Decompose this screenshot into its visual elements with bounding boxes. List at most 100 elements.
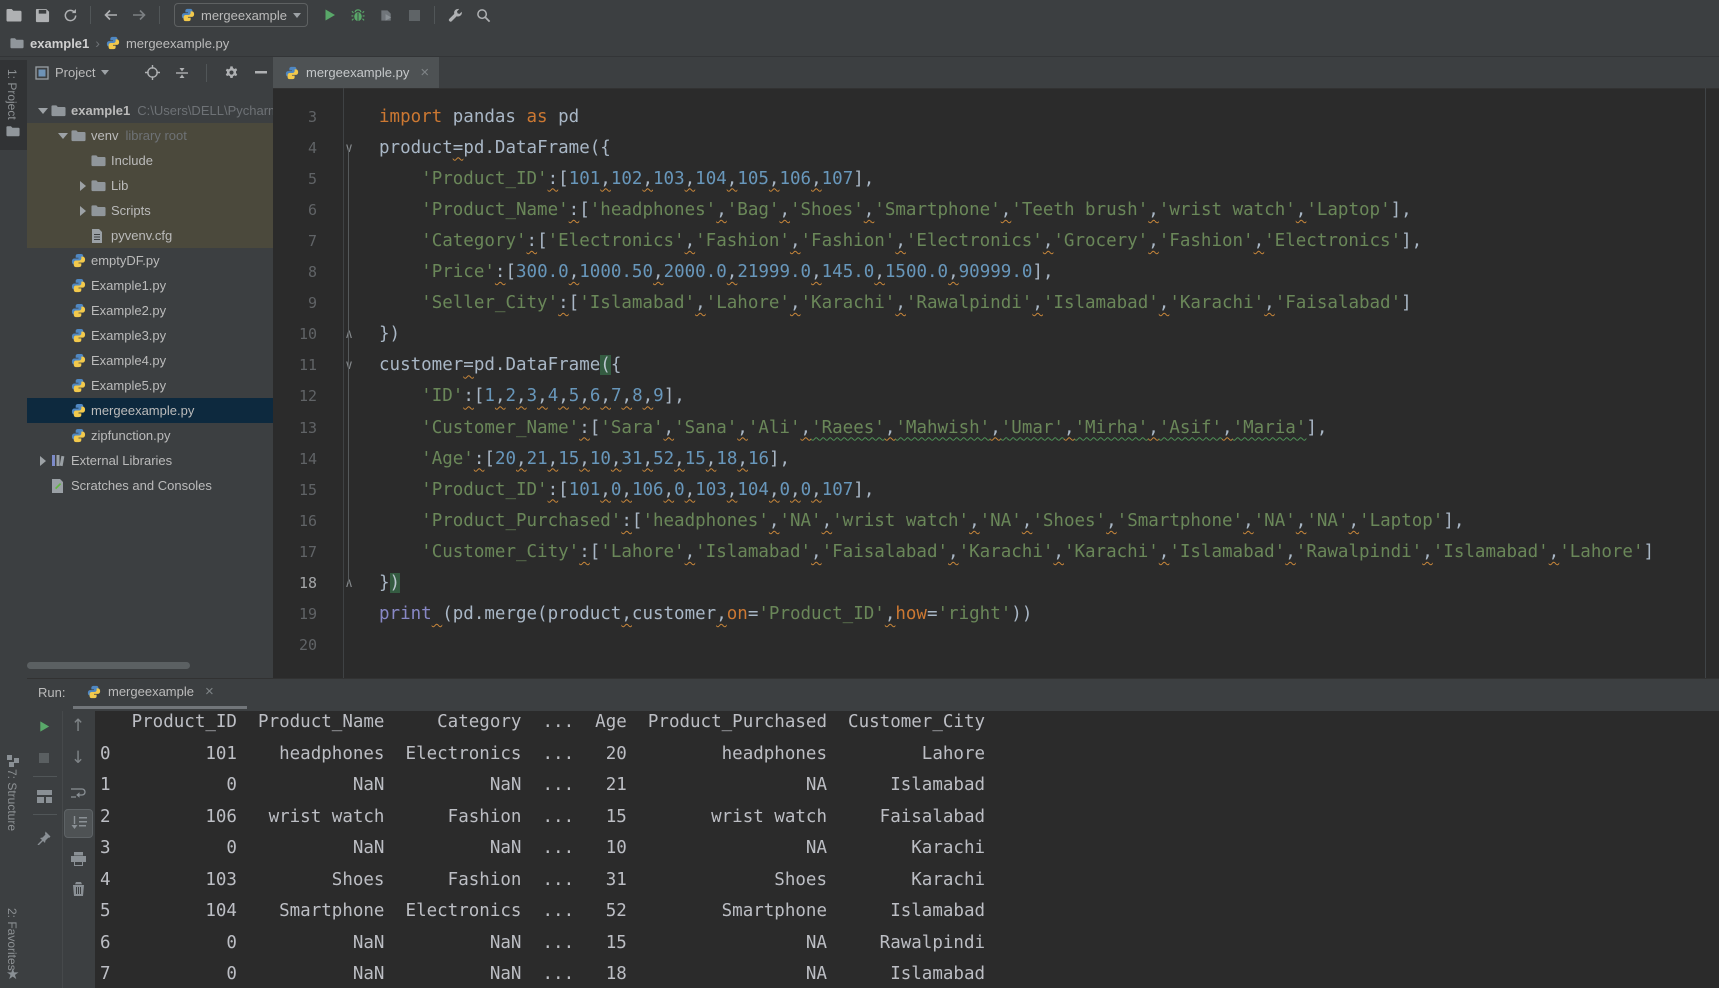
code-token: )) [1011, 604, 1032, 624]
chevron-down-icon[interactable] [55, 133, 71, 139]
code-line[interactable]: 'ID':[1,2,3,4,5,6,7,8,9], [379, 381, 685, 412]
code-line[interactable]: 'Product_ID':[101,102,103,104,105,106,10… [379, 164, 874, 195]
debug-button[interactable] [344, 3, 372, 27]
code-token: 103 [653, 169, 685, 189]
editor-scrollbar[interactable] [1705, 88, 1706, 678]
tree-item-zipfunction-py[interactable]: zipfunction.py [27, 423, 274, 448]
down-stacktrace-button[interactable]: ↓ [66, 747, 90, 769]
locate-target-icon[interactable] [140, 62, 164, 84]
chevron-right-icon[interactable] [35, 456, 51, 466]
run-console-output[interactable]: Product_ID Product_Name Category ... Age… [95, 711, 1719, 988]
collapse-all-icon[interactable] [170, 62, 194, 84]
code-viewport[interactable]: 3import pandas as pd4∨product=pd.DataFra… [273, 88, 1719, 652]
horizontal-scrollbar[interactable] [27, 662, 190, 669]
tree-item-pyvenv-cfg[interactable]: pyvenv.cfg [27, 223, 274, 248]
code-token: , [737, 449, 748, 469]
soft-wrap-button[interactable] [66, 782, 90, 804]
code-token: pd.DataFrame({ [463, 138, 611, 158]
scroll-to-end-icon[interactable] [67, 812, 91, 834]
run-configuration-select[interactable]: mergeexample [174, 3, 308, 27]
pin-button[interactable] [32, 827, 56, 849]
tree-item-emptydf-py[interactable]: emptyDF.py [27, 248, 274, 273]
code-token: 'right' [938, 604, 1012, 624]
tab-mergeexample[interactable]: mergeexample.py × [273, 57, 439, 88]
stop-button[interactable] [400, 3, 428, 27]
close-icon[interactable]: × [205, 683, 214, 700]
code-line[interactable]: 'Product_Name':['headphones','Bag','Shoe… [379, 195, 1412, 226]
stop-button[interactable] [32, 747, 56, 769]
tree-item-example4-py[interactable]: Example4.py [27, 348, 274, 373]
print-button[interactable] [66, 848, 90, 870]
tree-item-venv[interactable]: venvlibrary root [27, 123, 274, 148]
tree-item-scripts[interactable]: Scripts [27, 198, 274, 223]
code-line[interactable]: }) [379, 568, 400, 599]
tree-item-example2-py[interactable]: Example2.py [27, 298, 274, 323]
breadcrumb-project[interactable]: example1 [30, 36, 89, 51]
stripe-structure-button[interactable]: 7: Structure [5, 769, 19, 831]
tree-item-example5-py[interactable]: Example5.py [27, 373, 274, 398]
fold-marker-icon[interactable]: ∨ [341, 350, 357, 381]
tree-item-example1-py[interactable]: Example1.py [27, 273, 274, 298]
close-icon[interactable]: × [420, 64, 429, 81]
back-icon[interactable] [97, 3, 125, 27]
code-token: , [1064, 418, 1075, 438]
open-icon[interactable] [0, 3, 28, 27]
code-line[interactable]: 'Product_ID':[101,0,106,0,103,104,0,0,10… [379, 475, 874, 506]
tree-item-include[interactable]: Include [27, 148, 274, 173]
stripe-favorites-button[interactable]: 2: Favorites [5, 908, 19, 971]
code-line[interactable]: 'Seller_City':['Islamabad','Lahore','Kar… [379, 288, 1412, 319]
clear-console-button[interactable] [66, 878, 90, 900]
gear-icon[interactable] [219, 62, 243, 84]
code-token: 0 [674, 480, 685, 500]
tree-item-scratches-and-consoles[interactable]: Scratches and Consoles [27, 473, 274, 498]
tree-item-example3-py[interactable]: Example3.py [27, 323, 274, 348]
code-line[interactable]: }) [379, 319, 400, 350]
code-line[interactable]: customer=pd.DataFrame({ [379, 350, 621, 381]
code-line[interactable]: product=pd.DataFrame({ [379, 133, 611, 164]
wrench-icon[interactable] [441, 3, 469, 27]
tree-item-lib[interactable]: Lib [27, 173, 274, 198]
code-token: pd [548, 107, 580, 127]
tree-item-mergeexample-py[interactable]: mergeexample.py [27, 398, 274, 423]
code-line[interactable]: print (pd.merge(product,customer,on='Pro… [379, 599, 1032, 630]
code-line[interactable]: 'Product_Purchased':['headphones','NA','… [379, 506, 1464, 537]
forward-icon[interactable] [125, 3, 153, 27]
run-tab-mergeexample[interactable]: mergeexample × [87, 683, 214, 700]
code-token [379, 480, 421, 500]
save-icon[interactable] [28, 3, 56, 27]
tree-item-example1[interactable]: example1C:\Users\DELL\Pycharm [27, 98, 274, 123]
run-button[interactable] [316, 3, 344, 27]
breadcrumb-file[interactable]: mergeexample.py [126, 36, 229, 51]
fold-marker-icon[interactable]: ∧ [341, 319, 357, 350]
code-token: 145.0 [822, 262, 875, 282]
code-token: ], [1391, 200, 1412, 220]
code-line[interactable]: 'Price':[300.0,1000.50,2000.0,21999.0,14… [379, 257, 1053, 288]
code-token: , [643, 449, 654, 469]
up-stacktrace-button[interactable]: ↑ [66, 715, 90, 737]
folder-icon [6, 125, 20, 137]
tree-item-external-libraries[interactable]: External Libraries [27, 448, 274, 473]
code-line[interactable]: 'Age':[20,21,15,10,31,52,15,18,16], [379, 444, 790, 475]
project-panel-title[interactable]: Project [55, 65, 95, 80]
stripe-project-button[interactable]: 1: Project [5, 69, 19, 120]
fold-marker-icon[interactable]: ∨ [341, 133, 357, 164]
rerun-button[interactable] [32, 715, 56, 737]
code-token: = [927, 604, 938, 624]
search-icon[interactable] [469, 3, 497, 27]
chevron-right-icon[interactable] [75, 206, 91, 216]
code-line[interactable]: 'Customer_Name':['Sara','Sana','Ali','Ra… [379, 413, 1327, 444]
tree-item-label: Example4.py [91, 353, 166, 368]
chevron-down-icon[interactable] [35, 108, 51, 114]
hide-panel-icon[interactable] [249, 62, 273, 84]
line-number: 4 [273, 133, 317, 164]
sync-icon[interactable] [56, 3, 84, 27]
fold-marker-icon[interactable]: ∧ [341, 568, 357, 599]
code-line[interactable]: 'Customer_City':['Lahore','Islamabad','F… [379, 537, 1654, 568]
code-line[interactable]: import pandas as pd [379, 102, 579, 133]
chevron-right-icon[interactable] [75, 181, 91, 191]
coverage-button[interactable] [372, 3, 400, 27]
folder-icon [91, 154, 111, 167]
code-token: 103 [695, 480, 727, 500]
restore-layout-button[interactable] [32, 785, 56, 807]
code-line[interactable]: 'Category':['Electronics','Fashion','Fas… [379, 226, 1422, 257]
